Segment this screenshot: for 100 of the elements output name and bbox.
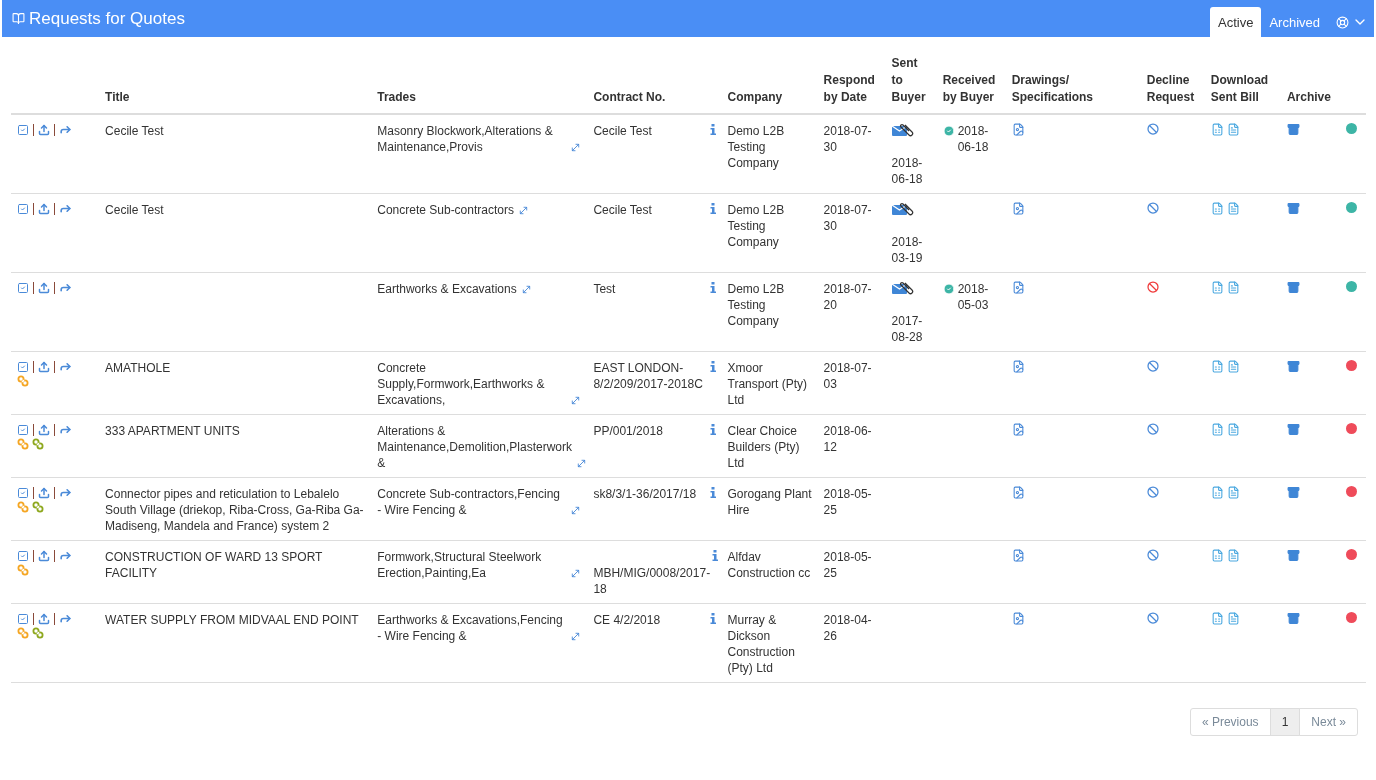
excel-file-icon[interactable]	[1210, 486, 1224, 499]
checkbox-icon[interactable]	[17, 202, 29, 215]
expand-icon[interactable]	[570, 395, 582, 406]
share-icon[interactable]	[59, 549, 72, 562]
expand-icon[interactable]	[570, 505, 582, 516]
pdf-file-icon[interactable]	[1226, 123, 1240, 136]
decline-icon[interactable]	[1146, 123, 1159, 135]
archive-icon[interactable]	[1286, 281, 1300, 294]
image-file-icon[interactable]	[1011, 423, 1025, 436]
expand-icon[interactable]	[520, 284, 532, 295]
info-icon[interactable]	[712, 550, 719, 561]
excel-file-icon[interactable]	[1210, 549, 1224, 562]
excel-file-icon[interactable]	[1210, 612, 1224, 625]
link-icon[interactable]	[17, 564, 29, 576]
archive-icon[interactable]	[1286, 486, 1300, 499]
expand-icon[interactable]	[570, 631, 582, 642]
decline-icon[interactable]	[1146, 612, 1159, 624]
checkbox-icon[interactable]	[17, 486, 29, 499]
decline-icon[interactable]	[1146, 281, 1159, 293]
excel-file-icon[interactable]	[1210, 360, 1224, 373]
lifebuoy-icon[interactable]	[1336, 15, 1349, 29]
link-icon[interactable]	[32, 501, 44, 513]
pdf-file-icon[interactable]	[1226, 360, 1240, 373]
link-icon[interactable]	[32, 438, 44, 450]
info-icon[interactable]	[709, 613, 716, 624]
page-link[interactable]: Next »	[1299, 708, 1358, 736]
upload-icon[interactable]	[38, 202, 50, 215]
tab[interactable]: Archived	[1261, 7, 1328, 37]
upload-icon[interactable]	[38, 423, 50, 436]
info-icon[interactable]	[709, 124, 716, 135]
checkbox-icon[interactable]	[17, 612, 29, 625]
excel-file-icon[interactable]	[1210, 123, 1224, 136]
upload-icon[interactable]	[38, 486, 50, 499]
link-icon[interactable]	[17, 438, 29, 450]
checkbox-icon[interactable]	[17, 123, 29, 136]
expand-icon[interactable]	[570, 568, 582, 579]
checkbox-icon[interactable]	[17, 549, 29, 562]
share-icon[interactable]	[59, 423, 72, 436]
checkbox-icon[interactable]	[17, 281, 29, 294]
info-icon[interactable]	[709, 424, 716, 435]
upload-icon[interactable]	[38, 549, 50, 562]
check-circle-icon	[942, 125, 955, 137]
link-icon[interactable]	[17, 375, 29, 387]
link-icon[interactable]	[17, 627, 29, 639]
decline-icon[interactable]	[1146, 423, 1159, 435]
decline-icon[interactable]	[1146, 549, 1159, 561]
image-file-icon[interactable]	[1011, 202, 1025, 215]
share-icon[interactable]	[59, 281, 72, 294]
expand-icon[interactable]	[518, 205, 529, 216]
image-file-icon[interactable]	[1011, 360, 1025, 373]
archive-icon[interactable]	[1286, 423, 1300, 436]
decline-icon[interactable]	[1146, 202, 1159, 214]
column-header: Company	[727, 90, 783, 104]
tab[interactable]: Active	[1210, 7, 1262, 37]
archive-icon[interactable]	[1286, 360, 1300, 373]
checkbox-icon[interactable]	[17, 360, 29, 373]
image-file-icon[interactable]	[1011, 486, 1025, 499]
link-icon[interactable]	[32, 627, 44, 639]
share-icon[interactable]	[59, 612, 72, 625]
decline-icon[interactable]	[1146, 360, 1159, 372]
pdf-file-icon[interactable]	[1226, 549, 1240, 562]
excel-file-icon[interactable]	[1210, 281, 1224, 294]
sent-date: 2017-08-28	[891, 314, 923, 344]
image-file-icon[interactable]	[1011, 123, 1025, 136]
archive-icon[interactable]	[1286, 549, 1300, 562]
share-icon[interactable]	[59, 123, 72, 136]
upload-icon[interactable]	[38, 281, 50, 294]
page-link[interactable]: « Previous	[1189, 708, 1271, 736]
pdf-file-icon[interactable]	[1226, 281, 1240, 294]
share-icon[interactable]	[59, 486, 72, 499]
contract-number: sk8/3/1-36/2017/18	[593, 486, 697, 502]
check-circle-icon	[942, 283, 955, 295]
upload-icon[interactable]	[38, 123, 50, 136]
share-icon[interactable]	[59, 360, 72, 373]
excel-file-icon[interactable]	[1210, 202, 1224, 215]
upload-icon[interactable]	[38, 612, 50, 625]
info-icon[interactable]	[709, 203, 716, 214]
info-icon[interactable]	[709, 361, 716, 372]
pdf-file-icon[interactable]	[1226, 486, 1240, 499]
pdf-file-icon[interactable]	[1226, 612, 1240, 625]
upload-icon[interactable]	[38, 360, 50, 373]
expand-icon[interactable]	[570, 142, 582, 153]
expand-icon[interactable]	[576, 458, 587, 469]
checkbox-icon[interactable]	[17, 423, 29, 436]
archive-icon[interactable]	[1286, 202, 1300, 215]
info-icon[interactable]	[709, 487, 716, 498]
info-icon[interactable]	[709, 282, 716, 293]
company-name: Alfdav Construction cc	[727, 550, 811, 580]
image-file-icon[interactable]	[1011, 549, 1025, 562]
image-file-icon[interactable]	[1011, 612, 1025, 625]
archive-icon[interactable]	[1286, 123, 1300, 136]
image-file-icon[interactable]	[1011, 281, 1025, 294]
excel-file-icon[interactable]	[1210, 423, 1224, 436]
link-icon[interactable]	[17, 501, 29, 513]
pdf-file-icon[interactable]	[1226, 202, 1240, 215]
pdf-file-icon[interactable]	[1226, 423, 1240, 436]
decline-icon[interactable]	[1146, 486, 1159, 498]
share-icon[interactable]	[59, 202, 72, 215]
archive-icon[interactable]	[1286, 612, 1300, 625]
book-icon	[12, 12, 25, 25]
